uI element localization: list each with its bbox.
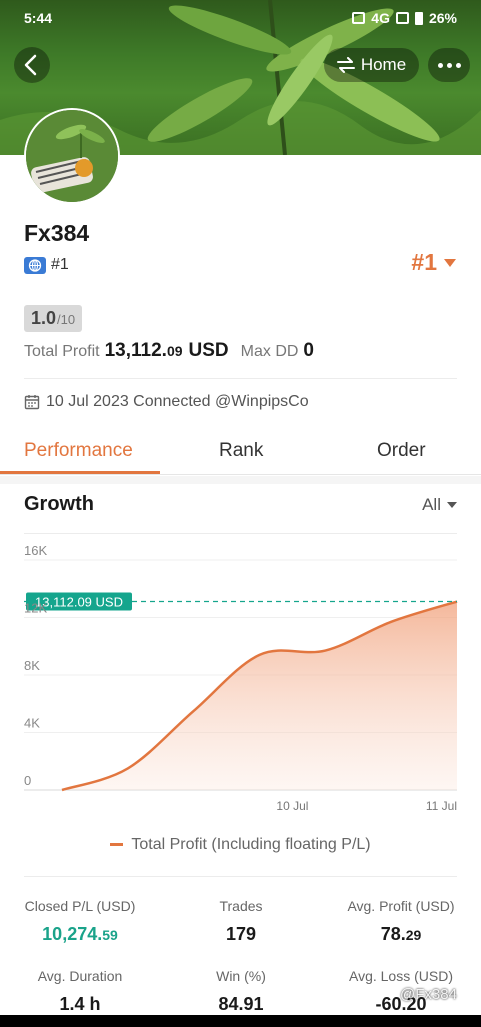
legend-swatch (110, 843, 124, 847)
score-value: 1.0 (31, 308, 57, 328)
divider (24, 876, 457, 877)
status-time: 5:44 (24, 10, 53, 26)
x-tick-label: 10 Jul (276, 799, 308, 813)
tab-order[interactable]: Order (377, 440, 426, 462)
swap-icon (336, 57, 355, 73)
chevron-left-icon (24, 54, 37, 76)
y-tick-label: 0 (24, 773, 31, 788)
avg-profit-main: 78. (380, 924, 406, 944)
globe-icon (24, 257, 46, 274)
stat-value: 78.29 (321, 924, 481, 945)
network-label: 4G (371, 10, 390, 26)
stat-value: 179 (225, 924, 257, 944)
stat-label: Trades (219, 898, 263, 914)
legend-label: Total Profit (Including floating P/L) (131, 836, 371, 853)
section-separator (0, 476, 481, 484)
back-button[interactable] (14, 47, 50, 83)
y-tick-label: 12K (24, 601, 47, 616)
max-dd-value: 0 (303, 340, 314, 361)
stat-value: 1.4 h (59, 994, 101, 1014)
caret-down-icon (444, 258, 456, 267)
home-label: Home (360, 55, 407, 74)
score-denominator: /10 (57, 312, 76, 327)
stat-trades: Trades 179 (161, 898, 321, 945)
region-rank: #1 (51, 256, 69, 273)
stat-value: 10,274.59 (0, 924, 160, 945)
stat-win-rate: Win (%) 84.91 (161, 968, 321, 1015)
tab-bar: Performance Rank Order (0, 430, 481, 475)
closed-pl-main: 10,274. (42, 924, 103, 944)
watermark: @Fx384 (400, 986, 457, 1003)
caret-down-icon (447, 502, 457, 508)
profit-summary: Total Profit 13,112. 09 USD Max DD 0 (24, 340, 314, 362)
period-filter[interactable]: All (422, 495, 457, 515)
avg-profit-decimals: 29 (405, 927, 422, 943)
y-tick-label: 16K (24, 543, 47, 558)
active-tab-indicator (0, 471, 160, 474)
stat-label: Closed P/L (USD) (24, 898, 136, 914)
period-filter-value: All (422, 495, 441, 514)
more-button[interactable] (428, 48, 470, 82)
profile-name: Fx384 (24, 220, 90, 246)
more-dot (446, 62, 452, 68)
growth-title: Growth (24, 493, 94, 515)
stat-avg-profit: Avg. Profit (USD) 78.29 (321, 898, 481, 945)
tab-performance[interactable]: Performance (24, 440, 133, 462)
total-profit-label: Total Profit (24, 343, 100, 360)
divider (24, 378, 457, 379)
rank-dropdown[interactable]: #1 (411, 249, 457, 276)
score-badge: 1.0 /10 (24, 305, 83, 332)
closed-pl-decimals: 59 (102, 927, 118, 943)
stat-label: Win (%) (216, 968, 266, 984)
battery-icon (414, 11, 423, 25)
growth-chart: 13,112.09 USD 16K 12K 8K 4K 0 10 Jul 11 Jul (24, 543, 458, 813)
series-area (62, 601, 457, 790)
stat-label: Avg. Loss (USD) (349, 968, 453, 984)
chart-legend: Total Profit (Including floating P/L) (0, 836, 481, 854)
total-profit-value: 13,112. (104, 340, 167, 361)
max-dd-label: Max DD (240, 343, 299, 360)
system-nav-bar (0, 1015, 481, 1027)
home-button[interactable]: Home (324, 48, 419, 82)
stat-label: Avg. Duration (37, 968, 123, 984)
more-dot (455, 62, 461, 68)
total-profit-decimals: 09 (166, 343, 183, 359)
current-value-label: 13,112.09 USD (35, 595, 123, 610)
x-tick-label: 11 Jul (426, 799, 457, 813)
battery-level: 26% (428, 10, 457, 26)
vibrate-icon (352, 12, 366, 24)
divider (24, 533, 457, 534)
stat-value: 84.91 (218, 994, 264, 1014)
more-dots-icon (437, 62, 443, 68)
calendar-icon (24, 395, 40, 410)
rank-value: #1 (411, 249, 437, 275)
stat-label: Avg. Profit (USD) (347, 898, 455, 914)
stat-closed-pl: Closed P/L (USD) 10,274.59 (0, 898, 160, 945)
total-profit-currency: USD (188, 340, 229, 361)
avatar (24, 108, 120, 204)
connected-info: 10 Jul 2023 Connected @WinpipsCo (24, 393, 309, 411)
signal-icon (395, 12, 409, 24)
y-tick-label: 4K (24, 716, 40, 731)
connected-text: 10 Jul 2023 Connected @WinpipsCo (46, 393, 309, 410)
stat-avg-duration: Avg. Duration 1.4 h (0, 968, 160, 1015)
tab-rank[interactable]: Rank (219, 440, 263, 462)
y-tick-label: 8K (24, 658, 40, 673)
